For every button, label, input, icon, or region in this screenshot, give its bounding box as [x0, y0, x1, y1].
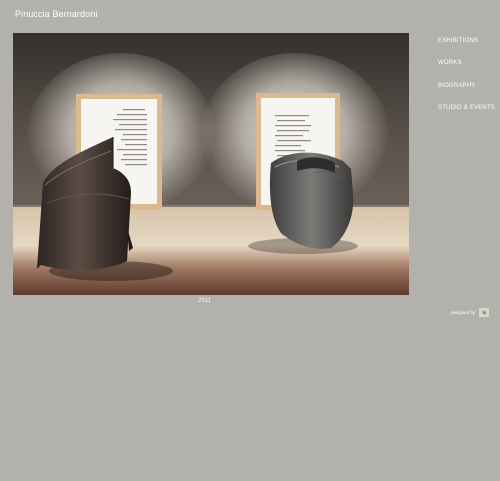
artwork-photo[interactable] — [13, 33, 409, 295]
nav-item-studio-events[interactable]: STUDIO & EVENTS — [438, 105, 495, 127]
credit-label: designed by — [451, 310, 476, 315]
artwork-photo-image — [13, 33, 409, 295]
photo-caption: 2011 — [198, 298, 211, 304]
designer-credit: designed by ▣ — [451, 308, 490, 317]
nav-item-exhibitions[interactable]: EXHIBITIONS — [438, 38, 495, 60]
nav-item-biography[interactable]: BIOGRAPHY — [438, 83, 495, 105]
site-title[interactable]: Pinuccia Bernardoni — [15, 9, 97, 19]
designer-logo-icon[interactable]: ▣ — [479, 308, 490, 317]
main-nav: EXHIBITIONS WORKS BIOGRAPHY STUDIO & EVE… — [438, 38, 495, 127]
nav-item-works[interactable]: WORKS — [438, 60, 495, 82]
